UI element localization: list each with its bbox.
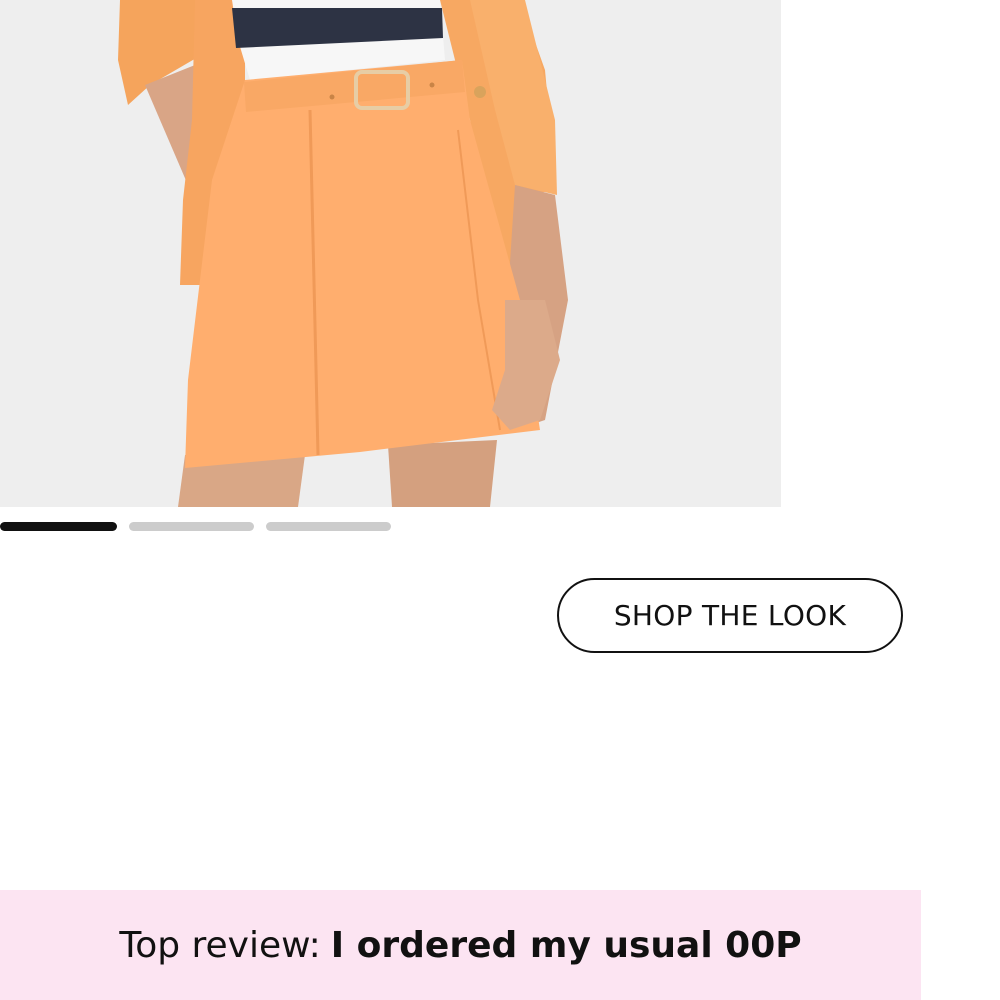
carousel-dot-1[interactable] <box>0 522 117 531</box>
top-review-banner[interactable]: Top review: I ordered my usual 00P <box>0 890 921 1000</box>
shop-the-look-button[interactable]: SHOP THE LOOK <box>557 578 903 653</box>
review-headline: I ordered my usual 00P <box>330 924 802 966</box>
carousel-dot-2[interactable] <box>129 522 254 531</box>
carousel-indicators <box>0 522 400 532</box>
review-prefix: Top review: <box>119 924 321 966</box>
model-illustration <box>0 0 781 507</box>
product-page: SHOP THE LOOK Top review: I ordered my u… <box>0 0 1000 1000</box>
product-image[interactable] <box>0 0 781 507</box>
carousel-dot-3[interactable] <box>266 522 391 531</box>
